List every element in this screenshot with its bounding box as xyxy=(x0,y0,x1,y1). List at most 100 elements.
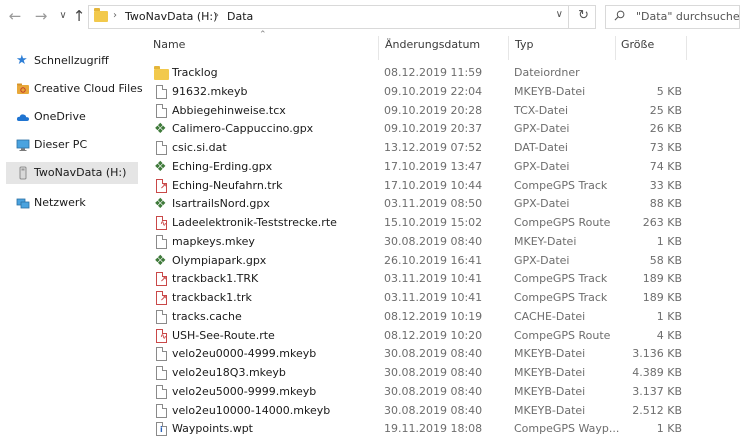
compegps-route-icon: ∿ xyxy=(154,216,168,231)
gpx-file-icon: ❖ xyxy=(154,196,167,213)
navigation-pane: ★ Schnellzugriff Creative Cloud Files On… xyxy=(0,44,143,440)
forward-arrow-icon[interactable]: → xyxy=(32,6,50,26)
file-date: 17.10.2019 13:47 xyxy=(384,159,483,173)
file-row[interactable]: velo2eu5000-9999.mkeyb 30.08.2019 08:40 MK… xyxy=(150,383,692,402)
refresh-icon[interactable]: ↻ xyxy=(578,8,589,23)
file-name: IsartrailsNord.gpx xyxy=(172,197,270,211)
divider xyxy=(568,6,569,28)
breadcrumb-chevron-icon[interactable]: › xyxy=(113,10,117,21)
compegps-track-icon: ↗ xyxy=(154,291,168,306)
file-type: CompeGPS Track xyxy=(514,291,608,304)
document-icon xyxy=(154,366,168,381)
file-row[interactable]: csic.si.dat 13.12.2019 07:52 DAT-Datei 73 K… xyxy=(150,139,692,158)
file-date: 26.10.2019 16:41 xyxy=(384,253,483,267)
sidebar-item-quick-access[interactable]: ★ Schnellzugriff xyxy=(10,50,138,72)
file-name: csic.si.dat xyxy=(172,141,227,154)
file-size: 33 KB xyxy=(649,178,682,192)
breadcrumb-drive[interactable]: TwoNavData (H:) xyxy=(125,10,217,23)
file-size: 74 KB xyxy=(649,159,682,173)
search-input[interactable]: "Data" durchsuchen xyxy=(605,5,740,29)
creative-cloud-icon xyxy=(17,83,29,94)
sidebar-item-label: Netzwerk xyxy=(34,196,86,209)
column-divider[interactable] xyxy=(686,36,687,60)
cloud-icon xyxy=(16,114,29,121)
file-size: 73 KB xyxy=(649,141,682,154)
file-row[interactable]: ∿ USH-See-Route.rte 08.12.2019 10:20 CompeG… xyxy=(150,327,692,346)
file-row[interactable]: ↗ trackback1.TRK 03.11.2019 10:41 CompeGPS … xyxy=(150,270,692,289)
breadcrumb-chevron-icon[interactable]: › xyxy=(215,10,219,21)
file-size: 4 KB xyxy=(656,328,682,342)
file-type: MKEYB-Datei xyxy=(514,403,586,417)
file-row[interactable]: Abbiegehinweise.tcx 09.10.2019 20:28 TCX-D… xyxy=(150,102,692,121)
file-type: CompeGPS Route xyxy=(514,216,611,229)
file-row[interactable]: ❖ Olympiapark.gpx 26.10.2019 16:41 GPX-Date… xyxy=(150,252,692,271)
file-row[interactable]: velo2eu18Q3.mkeyb 30.08.2019 08:40 MKEYB-D… xyxy=(150,364,692,383)
file-date: 09.10.2019 20:37 xyxy=(384,122,483,136)
file-size: 2.512 KB xyxy=(632,403,682,417)
file-row[interactable]: ↗ trackback1.trk 03.11.2019 10:41 CompeGPS … xyxy=(150,289,692,308)
sidebar-item-creative-cloud[interactable]: Creative Cloud Files xyxy=(10,78,143,100)
file-name: velo2eu5000-9999.mkeyb xyxy=(172,384,317,398)
file-name: trackback1.trk xyxy=(172,291,252,304)
column-header-type[interactable]: Typ xyxy=(515,38,534,56)
file-size: 189 KB xyxy=(642,272,682,286)
file-row[interactable]: i Waypoints.wpt 19.11.2019 18:08 CompeGPS W… xyxy=(150,420,692,439)
file-type: CompeGPS Track xyxy=(514,178,608,192)
file-date: 03.11.2019 10:41 xyxy=(384,272,483,286)
file-date: 30.08.2019 08:40 xyxy=(384,384,483,398)
file-size: 58 KB xyxy=(649,253,682,267)
file-name: Tracklog xyxy=(172,66,218,79)
sidebar-item-twonavdata-drive[interactable]: TwoNavData (H:) xyxy=(6,162,138,184)
file-row[interactable]: ↗ Eching-Neufahrn.trk 17.10.2019 10:44 Comp… xyxy=(150,177,692,196)
sidebar-item-this-pc[interactable]: Dieser PC xyxy=(10,134,138,156)
folder-icon xyxy=(154,66,169,81)
column-header-date[interactable]: Änderungsdatum xyxy=(385,38,480,56)
file-row[interactable]: 91632.mkeyb 09.10.2019 22:04 MKEYB-Datei 5 … xyxy=(150,83,692,102)
back-arrow-icon[interactable]: ← xyxy=(6,6,24,26)
star-icon: ★ xyxy=(16,53,28,68)
sidebar-item-network[interactable]: Netzwerk xyxy=(10,192,138,214)
file-size: 1 KB xyxy=(656,234,682,248)
file-date: 30.08.2019 08:40 xyxy=(384,234,483,248)
file-row[interactable]: tracks.cache 08.12.2019 10:19 CACHE-Datei 1… xyxy=(150,308,692,327)
sidebar-item-onedrive[interactable]: OneDrive xyxy=(10,106,138,128)
file-row[interactable]: velo2eu10000-14000.mkeyb 30.08.2019 08:40… xyxy=(150,402,692,421)
file-type: MKEY-Datei xyxy=(514,234,577,248)
column-divider[interactable] xyxy=(615,36,616,60)
document-icon xyxy=(154,234,168,250)
file-type: TCX-Datei xyxy=(514,103,569,117)
file-type: MKEYB-Datei xyxy=(514,347,586,361)
address-box[interactable]: › TwoNavData (H:) › Data ∨ ↻ xyxy=(88,5,596,29)
file-name: USH-See-Route.rte xyxy=(172,328,275,342)
file-row[interactable]: Tracklog 08.12.2019 11:59 Dateiordner xyxy=(150,64,692,83)
file-name: Abbiegehinweise.tcx xyxy=(172,103,286,117)
compegps-track-icon: ↗ xyxy=(154,178,168,194)
file-row[interactable]: ❖ IsartrailsNord.gpx 03.11.2019 08:50 GPX-D… xyxy=(150,195,692,214)
column-divider[interactable] xyxy=(508,36,509,60)
file-date: 09.10.2019 22:04 xyxy=(384,84,483,98)
search-icon xyxy=(614,10,625,21)
file-size: 5 KB xyxy=(656,84,682,98)
file-row[interactable]: ❖ Calimero-Cappuccino.gpx 09.10.2019 20:37… xyxy=(150,120,692,139)
file-row[interactable]: mapkeys.mkey 30.08.2019 08:40 MKEY-Datei 1 … xyxy=(150,233,692,252)
compegps-track-icon: ↗ xyxy=(154,272,168,287)
breadcrumb-folder[interactable]: Data xyxy=(227,10,253,23)
column-header-size[interactable]: Größe xyxy=(621,38,654,56)
file-row[interactable]: velo2eu0000-4999.mkeyb 30.08.2019 08:40 MK… xyxy=(150,345,692,364)
file-size: 3.137 KB xyxy=(632,384,682,398)
file-date: 13.12.2019 07:52 xyxy=(384,141,483,154)
document-icon xyxy=(154,309,168,325)
folder-icon xyxy=(94,8,108,22)
up-arrow-icon[interactable]: ↑ xyxy=(70,6,88,26)
file-name: Ladeelektronik-Teststrecke.rte xyxy=(172,216,337,229)
file-date: 03.11.2019 08:50 xyxy=(384,197,483,211)
file-row[interactable]: ❖ Eching-Erding.gpx 17.10.2019 13:47 GPX-Da… xyxy=(150,158,692,177)
document-icon xyxy=(154,347,168,362)
column-divider[interactable] xyxy=(378,36,379,60)
file-size: 26 KB xyxy=(649,122,682,136)
address-dropdown-icon[interactable]: ∨ xyxy=(556,9,563,20)
file-name: Calimero-Cappuccino.gpx xyxy=(172,122,314,136)
column-header-name[interactable]: Name xyxy=(153,38,185,56)
file-row[interactable]: ∿ Ladeelektronik-Teststrecke.rte 15.10.201… xyxy=(150,214,692,233)
file-size: 1 KB xyxy=(656,309,682,323)
